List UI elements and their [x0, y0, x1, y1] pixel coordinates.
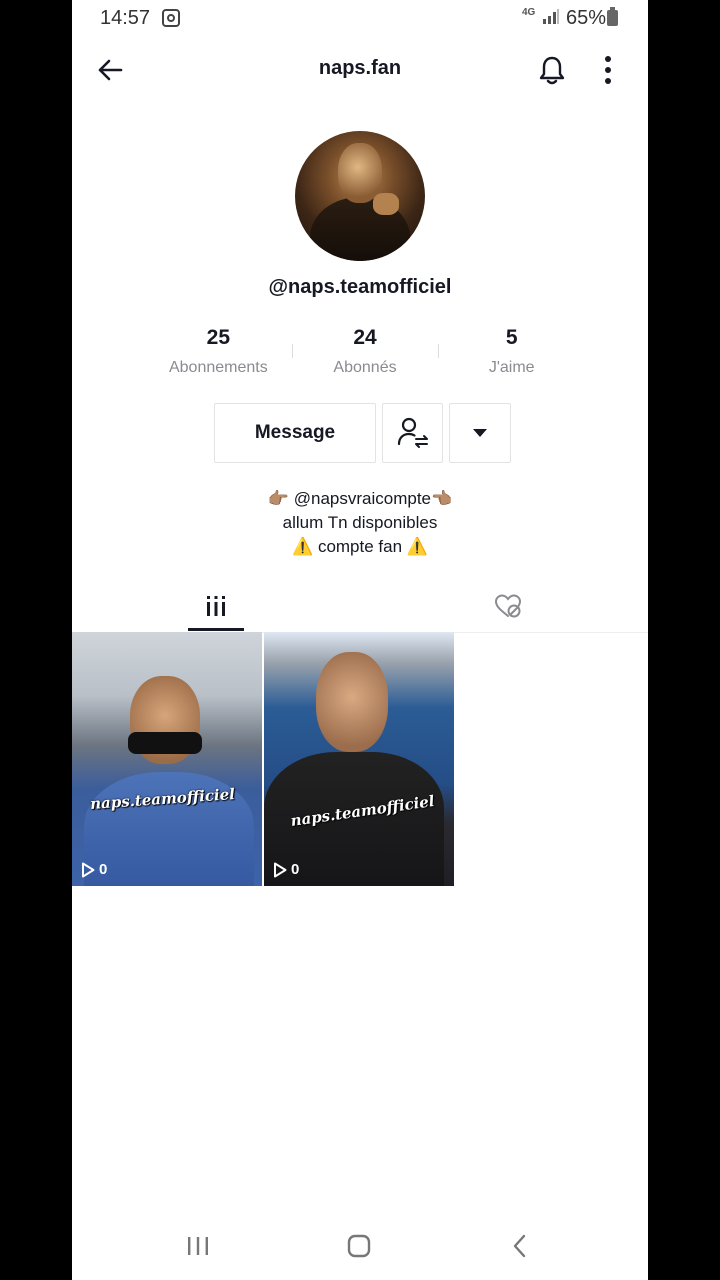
- signal-icon: [543, 9, 559, 24]
- phone-screen: 14:57 4G 65% naps.fan @naps.teamofficiel…: [72, 0, 648, 1280]
- warning-emoji: ⚠️: [406, 537, 428, 556]
- bio-text: compte fan: [317, 537, 403, 556]
- message-button[interactable]: Message: [214, 403, 376, 463]
- recent-apps-button[interactable]: [178, 1230, 218, 1262]
- pointing-right-emoji: 👉🏽: [267, 489, 289, 508]
- stat-value: 5: [505, 326, 518, 349]
- stat-label: J'aime: [488, 359, 535, 376]
- video-thumbnail[interactable]: naps.teamofficiel 0: [264, 632, 454, 886]
- profile-stats: 25 Abonnements 24 Abonnés 5 J'aime: [145, 322, 585, 382]
- bio-line-3: ⚠️ compte fan ⚠️: [72, 535, 648, 559]
- play-count: 0: [273, 861, 299, 878]
- play-count-value: 0: [99, 861, 108, 878]
- system-nav-bar: [72, 1212, 648, 1280]
- thumbnail-sunglasses: [128, 732, 202, 754]
- profile-bio: 👉🏽 @napsvraicompte👈🏽 allum Tn disponible…: [72, 487, 648, 559]
- stat-value: 24: [353, 326, 377, 349]
- network-type: 4G: [522, 7, 536, 18]
- tab-videos[interactable]: [188, 580, 244, 632]
- caret-down-icon: [473, 429, 487, 437]
- back-nav-button[interactable]: [500, 1230, 540, 1262]
- instagram-icon: [162, 9, 180, 27]
- play-icon: [82, 862, 95, 877]
- recent-apps-icon: [188, 1237, 208, 1255]
- tab-liked[interactable]: [480, 580, 536, 632]
- bio-line-1[interactable]: 👉🏽 @napsvraicompte👈🏽: [72, 487, 648, 511]
- back-chevron-icon: [513, 1234, 526, 1258]
- profile-handle: @naps.teamofficiel: [268, 276, 452, 298]
- home-icon: [347, 1234, 371, 1258]
- stat-followers[interactable]: 24 Abonnés: [291, 322, 439, 382]
- follow-toggle-button[interactable]: [382, 403, 443, 463]
- profile-tabs: [72, 580, 648, 633]
- pointing-left-emoji: 👈🏽: [431, 489, 453, 508]
- status-bar: 14:57 4G 65%: [72, 0, 648, 36]
- play-count-value: 0: [291, 861, 300, 878]
- stat-value: 25: [206, 326, 231, 349]
- battery-percent: 65%: [566, 7, 607, 29]
- suggestions-dropdown-button[interactable]: [449, 403, 511, 463]
- stat-label: Abonnés: [333, 359, 397, 376]
- avatar-figure-hand: [373, 193, 399, 215]
- warning-emoji: ⚠️: [292, 537, 314, 556]
- active-tab-indicator: [188, 628, 244, 631]
- notifications-button[interactable]: [534, 52, 570, 88]
- liked-heart-hidden-icon: [494, 594, 522, 618]
- bell-icon: [539, 56, 565, 85]
- more-options-button[interactable]: [592, 52, 624, 88]
- bio-mention: @napsvraicompte: [293, 489, 431, 508]
- videos-grid-icon: [207, 596, 225, 616]
- stat-following[interactable]: 25 Abonnements: [145, 322, 292, 382]
- battery-icon: [607, 7, 618, 26]
- status-time: 14:57: [100, 7, 151, 29]
- play-count: 0: [81, 861, 107, 878]
- avatar[interactable]: [295, 131, 425, 261]
- bio-line-2: allum Tn disponibles: [282, 513, 438, 532]
- home-button[interactable]: [339, 1230, 379, 1262]
- top-nav: naps.fan: [72, 40, 648, 100]
- stat-likes[interactable]: 5 J'aime: [438, 322, 585, 382]
- thumbnail-person-head: [316, 652, 388, 752]
- video-thumbnail[interactable]: naps.teamofficiel 0: [72, 632, 262, 886]
- user-switch-icon: [397, 417, 428, 448]
- stat-label: Abonnements: [168, 359, 268, 376]
- more-vertical-icon: [605, 56, 611, 84]
- avatar-figure-head: [338, 143, 382, 203]
- play-icon: [274, 862, 287, 877]
